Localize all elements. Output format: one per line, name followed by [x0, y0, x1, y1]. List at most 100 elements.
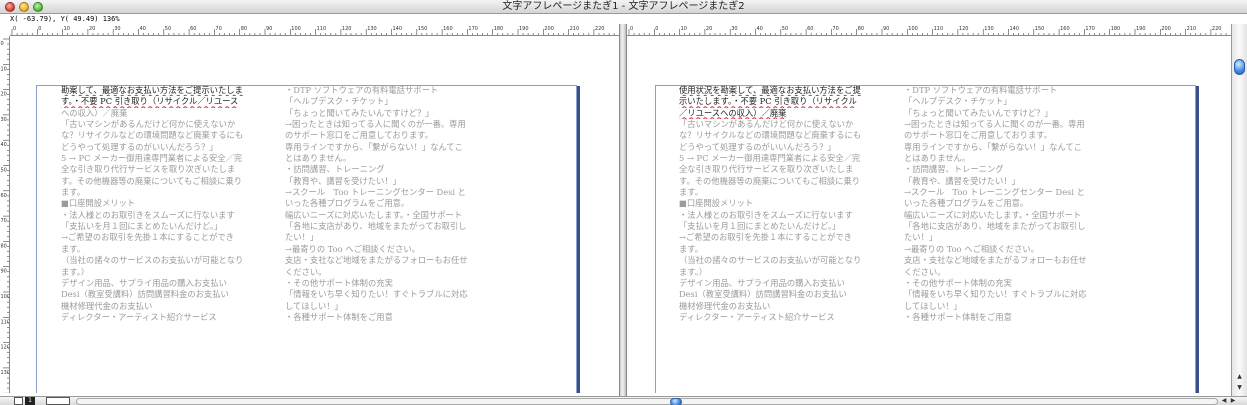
ruler-label: 90	[266, 26, 272, 32]
ruler-label: 0	[1, 41, 4, 47]
text-line: ます。	[61, 243, 86, 254]
text-line: どうやって処理するのがいいんだろう？」	[679, 141, 836, 152]
ruler-label: 190	[519, 26, 529, 32]
vertical-ruler[interactable]: 0102030405060708090100110120130140	[0, 36, 10, 393]
text-line: ます。）	[679, 266, 708, 277]
text-line: してほしい！」	[904, 300, 962, 311]
text-line: 「ヘルプデスク・チケット」	[285, 96, 393, 107]
text-line: ・訪問講習、トレーニング	[904, 164, 1004, 175]
ruler-label: 30	[114, 26, 120, 32]
text-line: 専用ラインですから、「繋がらない！」なんてこ	[904, 141, 1082, 152]
ruler-label: 180	[1111, 26, 1121, 32]
text-line: ディレクター・アーティスト紹介サービス	[61, 311, 217, 322]
text-line: ディレクター・アーティスト紹介サービス	[679, 311, 835, 322]
ruler-label: 180	[494, 26, 504, 32]
ruler-label: 30	[1, 117, 7, 123]
text-line: 「ちょっと聞いてみたいんですけど？」	[904, 107, 1053, 118]
page-icon[interactable]	[14, 397, 23, 405]
ruler-label: 210	[570, 26, 580, 32]
title-bar[interactable]: 文字アフレページまたぎ1 - 文字アフレページまたぎ2	[0, 0, 1247, 14]
vertical-scroll-thumb[interactable]	[1234, 59, 1245, 75]
text-line: →スクール Too トレーニングセンター Desi と	[285, 187, 466, 198]
text-line: →困ったときは知ってる人に聞くのが一番。専用	[904, 119, 1085, 130]
text-line: ・各種サポート体制をご用意	[904, 311, 1012, 322]
ruler-label: 130	[367, 26, 377, 32]
text-line: 使用状況を勘案して、最適なお支払い方法をご提	[679, 85, 861, 95]
text-column-2[interactable]: ・DTP ソフトウェアの有料電話サポート 「ヘルプデスク・チケット」 「ちょっと聞い…	[285, 85, 497, 323]
left-document-pane[interactable]: 勘案して、最適なお支払い方法をご提示いたしま す。・不要 PC 引き取り（リサイク…	[10, 36, 619, 393]
scroll-right-arrow-icon[interactable]: ▶	[1229, 397, 1237, 405]
ruler-label: 0	[630, 26, 633, 32]
horizontal-ruler-left[interactable]: 0 0 10 20 30 40 50 60 70 80 90 100 110 120 130 140 150 16…	[10, 24, 619, 36]
text-line: ください。	[904, 266, 946, 277]
text-line: ます。	[679, 187, 704, 198]
ruler-label: 150	[418, 26, 428, 32]
text-line: ・DTP ソフトウェアの有料電話サポート	[904, 85, 1058, 95]
text-line: 機材修理代金のお支払い	[61, 300, 153, 311]
ruler-label: 20	[89, 26, 95, 32]
pane-splitter[interactable]	[619, 24, 627, 396]
ruler-label: 60	[1, 193, 7, 199]
text-line: 全な引き取り代行サービスを取り次ぎいたしま	[679, 164, 854, 175]
ruler-label: 170	[468, 26, 478, 32]
ruler-label: 70	[215, 26, 221, 32]
text-column-1[interactable]: 勘案して、最適なお支払い方法をご提示いたしま す。・不要 PC 引き取り（リサイク…	[61, 85, 273, 323]
ruler-label: 80	[858, 26, 864, 32]
horizontal-ruler-right[interactable]: 0 0 10 20 30 40 50 60 70 80 90 100 110 120 130 140 150 16…	[627, 24, 1231, 36]
ruler-label: 120	[342, 26, 352, 32]
text-line: →困ったときは知ってる人に聞くのが一番。専用	[285, 119, 466, 130]
text-line: （当社の諸々のサービスのお支払いが可能となり	[679, 255, 862, 266]
ruler-label: 220	[595, 26, 605, 32]
text-line: とはありません。	[904, 153, 971, 164]
ruler-label: 90	[1, 269, 7, 275]
vertical-scrollbar[interactable]: ▲ ▼	[1231, 24, 1247, 396]
ruler-label: 50	[1, 168, 7, 174]
ruler-label: 40	[757, 26, 763, 32]
text-line: いった各種プログラムをご用意。	[904, 198, 1029, 209]
text-line: どうやって処理するのがいいんだろう？」	[61, 141, 218, 152]
scroll-up-arrow-icon[interactable]: ▲	[1234, 373, 1245, 381]
text-line: 「教育や、講習を受けたい！」	[904, 175, 1020, 186]
text-column-1[interactable]: 使用状況を勘案して、最適なお支払い方法をご提 示いたします。・不要 PC 引き取り…	[679, 85, 891, 323]
text-line: ・DTP ソフトウェアの有料電話サポート	[285, 85, 439, 95]
horizontal-scrollbar[interactable]	[76, 398, 1218, 405]
page-shadow	[577, 86, 580, 393]
text-line: のサポート窓口をご用意しております。	[904, 130, 1053, 141]
ruler-label: 60	[807, 26, 813, 32]
ruler-label: 10	[64, 26, 70, 32]
text-line: ・その他サポート体制の充実	[285, 277, 393, 288]
ruler-label: 200	[544, 26, 554, 32]
text-line: ・各種サポート体制をご用意	[285, 311, 393, 322]
text-line: 示いたします。・不要 PC 引き取り（リサイクル	[679, 96, 857, 107]
ruler-label: 160	[443, 26, 453, 32]
text-line: →ご希望のお取引を先掛１本にすることができ	[679, 232, 852, 243]
scroll-down-arrow-icon[interactable]: ▼	[1234, 384, 1245, 392]
ruler-label: 70	[832, 26, 838, 32]
text-line: 5 → PC メーカー御用達専門業者による安全／完	[679, 153, 861, 164]
text-line: 「ちょっと聞いてみたいんですけど？」	[285, 107, 434, 118]
text-line: 幅広いニーズに対応いたします。・全国サポート	[285, 209, 463, 220]
ruler-label: 50	[165, 26, 171, 32]
text-line: →最寄りの Too へご相談ください。	[285, 243, 420, 254]
text-line: 幅広いニーズに対応いたします。・全国サポート	[904, 209, 1082, 220]
text-line: →最寄りの Too へご相談ください。	[904, 243, 1039, 254]
document-window: 文字アフレページまたぎ1 - 文字アフレページまたぎ2 X( -63.79), …	[0, 0, 1247, 405]
text-line: たい！」	[904, 232, 938, 243]
text-line: ・法人様とのお取引きをスムーズに行ないます	[61, 209, 235, 220]
text-line: す。その他機器等の廃棄についてもご相談に乗り	[679, 175, 861, 186]
ruler-label: 190	[1136, 26, 1146, 32]
text-line: 「教育や、講習を受けたい！」	[285, 175, 401, 186]
text-line: 「ヘルプデスク・チケット」	[904, 96, 1012, 107]
scroll-left-arrow-icon[interactable]: ◀	[1220, 397, 1228, 405]
text-line: 「各地に支店があり、地域をまたがってお取引し	[904, 221, 1086, 232]
text-column-2[interactable]: ・DTP ソフトウェアの有料電話サポート 「ヘルプデスク・チケット」 「ちょっと聞い…	[904, 85, 1116, 323]
ruler-label: 200	[1161, 26, 1171, 32]
horizontal-scroll-thumb[interactable]	[670, 398, 682, 405]
ruler-label: 10	[681, 26, 687, 32]
ruler-label: 160	[1060, 26, 1070, 32]
page-field[interactable]	[46, 397, 70, 405]
page-number[interactable]: 1	[25, 397, 35, 405]
right-document-pane[interactable]: 使用状況を勘案して、最適なお支払い方法をご提 示いたします。・不要 PC 引き取り…	[627, 36, 1231, 393]
text-line: 「情報をいち早く知りたい！すぐトラブルに対応	[904, 289, 1087, 300]
text-line: 「古いマシンがあるんだけど何かに使えないか	[61, 119, 236, 130]
